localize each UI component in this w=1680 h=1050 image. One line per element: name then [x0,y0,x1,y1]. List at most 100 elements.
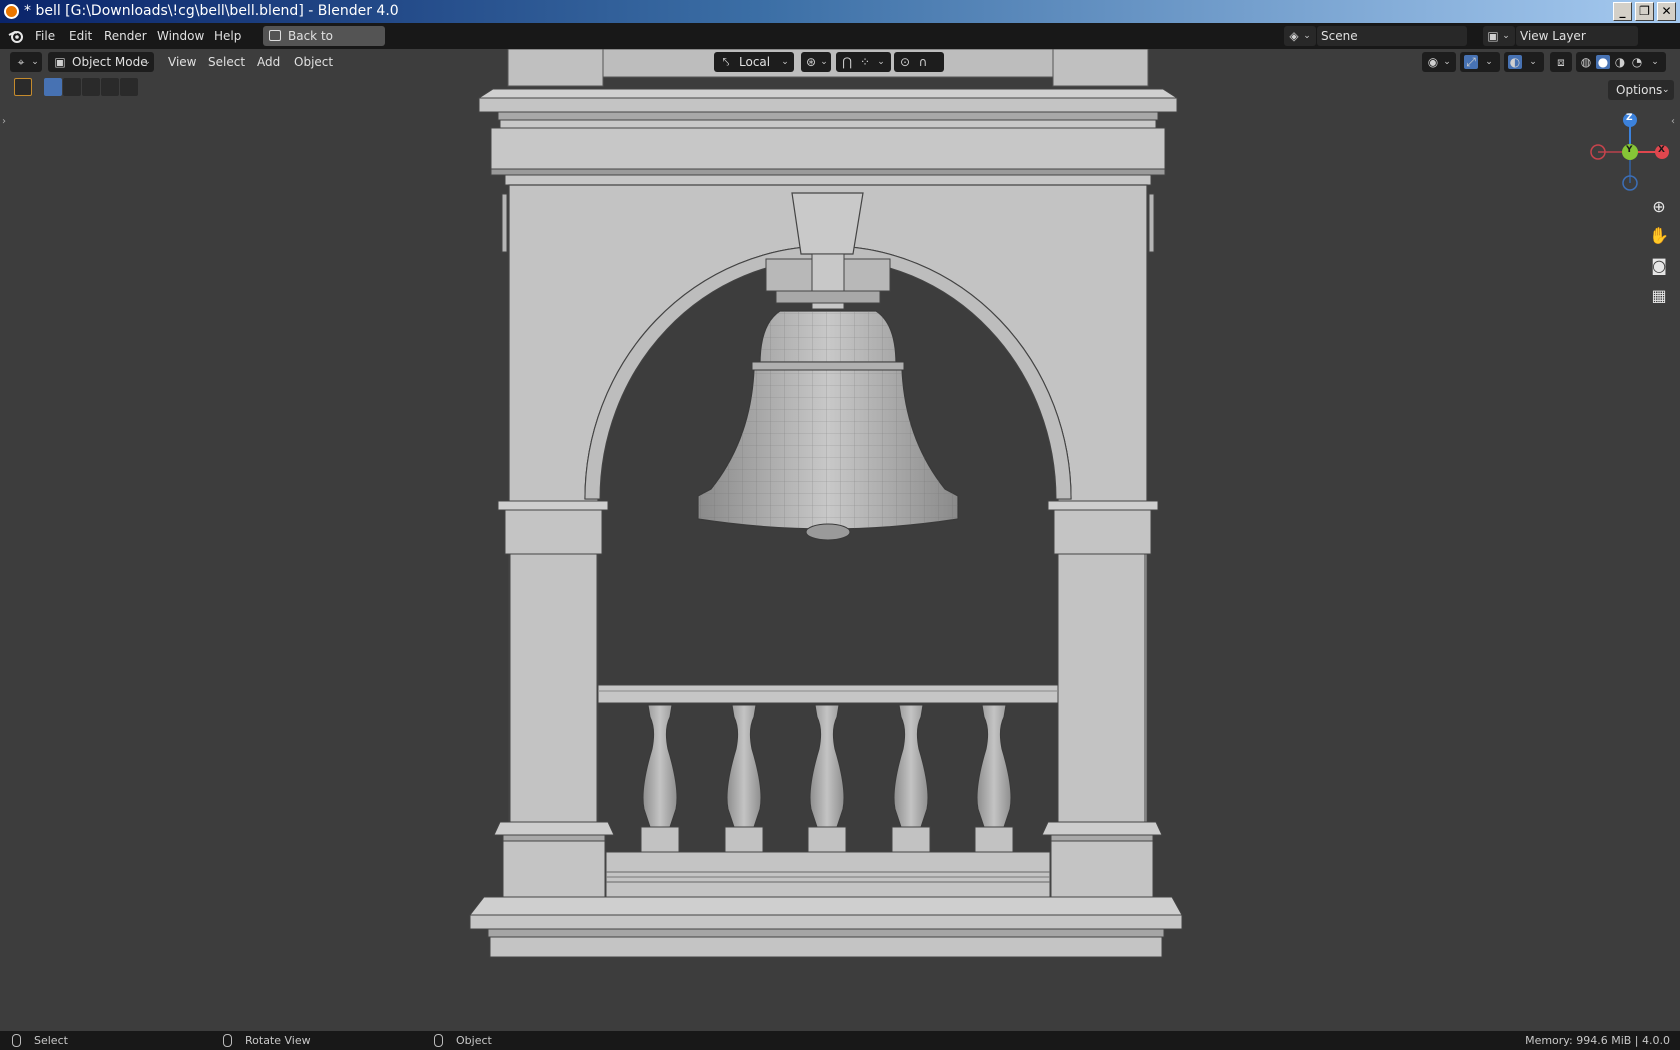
menu-file[interactable]: File [35,23,55,49]
eye-icon: ◉ [1427,55,1439,69]
proportional-editing-controls[interactable]: ⊙ ∩ [894,52,944,72]
gizmo-dropdown[interactable]: ⤢ ⌄ [1460,52,1500,72]
mode-subtract-icon[interactable] [82,78,100,96]
solid-shading-icon[interactable]: ● [1596,55,1610,69]
options-label: Options [1616,83,1663,97]
menu-select[interactable]: Select [208,52,245,72]
menu-help[interactable]: Help [214,23,241,49]
scene-name: Scene [1321,29,1358,43]
pilaster-right [1057,553,1146,823]
gizmo-x-label: X [1658,145,1665,155]
mode-label: Object Mode [72,55,148,69]
mouse-right-icon [434,1034,443,1047]
mode-dropdown[interactable]: ▣ Object Mode ⌄ [48,52,154,72]
base-cornice [468,896,1183,916]
pilaster-base-right [1041,821,1163,836]
snapping-controls[interactable]: ⋂ ⁘ ⌄ [836,52,891,72]
zoom-icon[interactable]: ⊕ [1645,193,1673,221]
wireframe-shading-icon[interactable]: ◍ [1579,55,1593,69]
rendered-shading-icon[interactable]: ◔ [1630,55,1644,69]
material-preview-icon[interactable]: ◑ [1613,55,1627,69]
chevron-down-icon: ⌄ [1485,57,1493,67]
close-button[interactable]: ✕ [1657,2,1676,21]
gizmo-y-label: Y [1626,145,1633,155]
shading-modes[interactable]: ◍ ● ◑ ◔ ⌄ [1576,52,1666,72]
gizmo-icon: ⤢ [1464,55,1478,69]
chevron-down-icon: ⌄ [820,57,828,67]
options-dropdown[interactable]: Options ⌄ [1608,80,1674,100]
perspective-grid-icon[interactable]: ▦ [1645,282,1673,310]
chevron-down-icon: ⌄ [1303,31,1311,41]
pilaster-base-left [493,821,615,836]
editor-type-dropdown[interactable]: ⌖ ⌄ [10,52,42,72]
top-menu-bar: File Edit Render Window Help Back to Pre… [0,23,1680,66]
status-bar: Select Rotate View Object Memory: 994.6 … [0,1031,1680,1050]
menu-object[interactable]: Object [294,52,333,72]
camera-view-icon[interactable]: ◙ [1645,252,1673,280]
transform-orientation-dropdown[interactable]: ⤣ Local ⌄ [714,52,794,72]
minimize-button[interactable]: _ [1613,2,1632,21]
3d-viewport-icon: ⌖ [17,55,25,69]
menu-edit[interactable]: Edit [69,23,92,49]
mode-new-icon[interactable] [44,78,62,96]
entablature [490,127,1166,170]
proportional-editing-icon: ⊙ [899,55,911,69]
status-middle-action: Rotate View [245,1034,311,1047]
cornice-top [477,88,1179,99]
render-layers-icon: ▣ [1487,29,1499,43]
blender-app-icon [4,4,19,19]
xray-icon: ⧈ [1557,55,1565,69]
pivot-icon: ⊛ [805,55,817,69]
chevron-down-icon: ⌄ [1662,85,1670,95]
menu-view[interactable]: View [168,52,196,72]
screen-back-icon [269,30,281,41]
menu-render[interactable]: Render [104,23,147,49]
3d-viewport[interactable] [0,49,1680,1031]
snap-magnet-icon: ⋂ [842,55,852,69]
impost-left [497,500,609,511]
back-to-previous-button[interactable]: Back to Previous [263,26,385,63]
scene-name-field[interactable]: Scene [1317,26,1467,46]
balustrade-rail [597,684,1059,704]
pilaster-left [509,553,598,823]
xray-toggle[interactable]: ⧈ [1550,52,1572,72]
pivot-point-dropdown[interactable]: ⊛ ⌄ [801,52,831,72]
object-mode-icon: ▣ [54,55,66,69]
keystone [791,192,864,255]
scene-type-dropdown[interactable]: ◈ ⌄ [1284,26,1316,46]
orientation-local-icon: ⤣ [722,55,730,69]
balustrade-plinth [605,851,1051,898]
mouse-left-icon [12,1034,21,1047]
menu-window[interactable]: Window [157,23,204,49]
blender-logo-icon[interactable] [8,28,24,44]
visibility-dropdown[interactable]: ◉ ⌄ [1422,52,1456,72]
view-layer-name: View Layer [1520,29,1586,43]
mouse-middle-icon [223,1034,232,1047]
chevron-down-icon: ⌄ [781,57,789,67]
status-left-action: Select [34,1034,68,1047]
scene-icon: ◈ [1289,29,1299,43]
chevron-down-icon[interactable]: ⌄ [1648,55,1662,69]
chevron-down-icon: ⌄ [1443,57,1451,67]
transform-orientation-label: Local [739,55,771,69]
select-box-tool-icon[interactable] [14,78,32,96]
view-layer-name-field[interactable]: View Layer [1516,26,1638,46]
overlays-dropdown[interactable]: ◐ ⌄ [1504,52,1544,72]
view-layer-type-dropdown[interactable]: ▣ ⌄ [1483,26,1515,46]
mode-intersect-icon[interactable] [120,78,138,96]
overlays-icon: ◐ [1508,55,1522,69]
memory-readout: Memory: 994.6 MiB | 4.0.0 [1525,1034,1670,1047]
window-title-bar: * bell [G:\Downloads\!cg\bell\bell.blend… [0,0,1680,23]
menu-add[interactable]: Add [257,52,280,72]
chevron-down-icon: ⌄ [1529,57,1537,67]
mode-invert-icon[interactable] [101,78,119,96]
chevron-down-icon: ⌄ [31,57,39,67]
gizmo-z-label: Z [1626,113,1633,123]
mode-extend-icon[interactable] [63,78,81,96]
snap-increment-icon: ⁘ [859,55,871,69]
toolbar-expand-icon[interactable]: › [2,116,6,127]
viewport-header: ⌖ ⌄ ▣ Object Mode ⌄ View Select Add Obje… [0,49,1680,75]
hand-pan-icon[interactable]: ✋ [1645,222,1673,250]
scene-render [468,49,1183,958]
restore-button[interactable]: ❐ [1635,2,1654,21]
